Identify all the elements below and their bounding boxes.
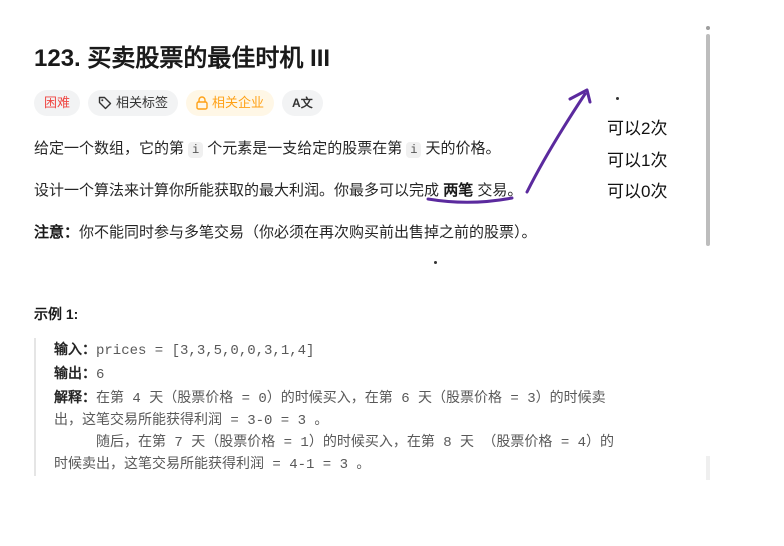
- tag-bar: 困难 相关标签 相关企业 A文: [34, 90, 323, 116]
- note-paragraph: 注意：你不能同时参与多笔交易（你必须在再次购买前出售掉之前的股票）。: [34, 221, 537, 242]
- example-explain-line-2: 出，这笔交易所能获得利润 = 3-0 = 3 。: [54, 413, 329, 429]
- ink-dot-2: [434, 261, 437, 264]
- related-companies-label: 相关企业: [212, 95, 265, 110]
- description-paragraph-2: 设计一个算法来计算你所能获取的最大利润。你最多可以完成 两笔 交易。: [34, 179, 522, 200]
- example-title: 示例 1:: [34, 306, 79, 322]
- difficulty-badge: 困难: [34, 90, 81, 116]
- scrollbar-cap: [706, 26, 710, 30]
- description-paragraph-1: 给定一个数组，它的第 i 个元素是一支给定的股票在第 i 天的价格。: [34, 137, 500, 158]
- example-block: 输入：prices = [3,3,5,0,0,3,1,4] 输出：6 解释：在第…: [34, 338, 684, 476]
- arrow-stroke: [525, 92, 587, 194]
- note-text: 你不能同时参与多笔交易（你必须在再次购买前出售掉之前的股票）。: [79, 224, 537, 241]
- related-tags-label: 相关标签: [116, 95, 169, 110]
- lock-icon: [196, 96, 208, 110]
- desc1-text-b: 个元素是一支给定的股票在第: [207, 140, 403, 157]
- related-companies-button[interactable]: 相关企业: [186, 90, 275, 116]
- translate-icon: A文: [292, 96, 313, 110]
- desc1-text-a: 给定一个数组，它的第: [34, 140, 185, 157]
- desc2-bold-text: 两笔: [443, 182, 474, 199]
- difficulty-label: 困难: [44, 95, 71, 110]
- example-input: prices = [3,3,5,0,0,3,1,4]: [96, 343, 315, 359]
- annotation-1-time: 可以1次: [607, 151, 668, 170]
- example-input-label: 输入：: [54, 341, 96, 357]
- ink-dot: [616, 97, 619, 100]
- example-output: 6: [96, 367, 105, 383]
- example-explain-line-1: 在第 4 天（股票价格 = 0）的时候买入，在第 6 天（股票价格 = 3）的时…: [96, 391, 606, 407]
- desc1-text-c: 天的价格。: [425, 140, 501, 157]
- desc2-text-a: 设计一个算法来计算你所能获取的最大利润。你最多可以完成: [34, 182, 440, 199]
- annotation-0-times: 可以0次: [607, 182, 668, 201]
- problem-title: 123. 买卖股票的最佳时机 III: [34, 45, 331, 72]
- tag-icon: [98, 96, 112, 110]
- scrollbar-track-end: [706, 456, 710, 480]
- annotation-2-times: 可以2次: [607, 119, 668, 138]
- translate-button[interactable]: A文: [282, 90, 323, 116]
- arrow-head-stroke: [568, 88, 592, 104]
- note-label: 注意：: [34, 224, 80, 241]
- example-explain-line-4: 时候卖出，这笔交易所能获得利润 = 4-1 = 3 。: [54, 457, 371, 473]
- desc2-text-c: 交易。: [477, 182, 523, 199]
- inline-code-i-2: i: [406, 142, 422, 158]
- example-output-label: 输出：: [54, 365, 96, 381]
- example-explain-line-3: 随后，在第 7 天（股票价格 = 1）的时候买入，在第 8 天 （股票价格 = …: [54, 435, 615, 451]
- vertical-scrollbar[interactable]: [706, 34, 710, 246]
- inline-code-i: i: [188, 142, 204, 158]
- related-tags-button[interactable]: 相关标签: [88, 90, 179, 116]
- example-explain-label: 解释：: [54, 389, 96, 405]
